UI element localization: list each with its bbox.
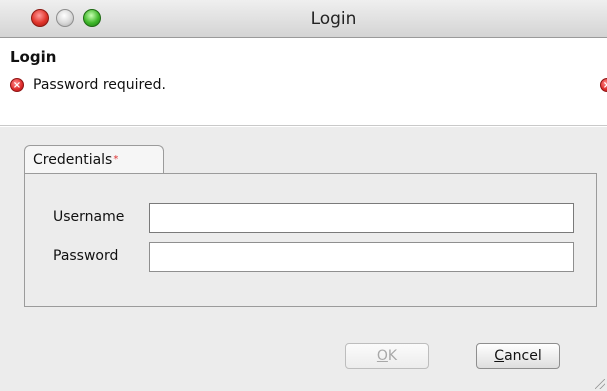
header-banner: Login × Password required. ×: [0, 38, 607, 126]
tab-credentials[interactable]: Credentials*: [24, 145, 164, 174]
error-x-icon: ×: [10, 78, 24, 92]
password-label: Password: [53, 248, 119, 264]
cancel-button[interactable]: Cancel: [476, 343, 560, 369]
title-bar[interactable]: Login: [0, 0, 607, 38]
ok-button[interactable]: OK: [345, 343, 429, 369]
resize-grip[interactable]: [595, 379, 605, 389]
dialog-title: Login: [10, 48, 57, 66]
username-label: Username: [53, 209, 125, 225]
error-message-row: × Password required.: [10, 77, 166, 93]
cancel-label-rest: ancel: [504, 348, 542, 364]
ok-label-rest: K: [387, 348, 398, 364]
tab-credentials-label: Credentials: [33, 152, 113, 168]
ok-mnemonic: O: [376, 348, 388, 364]
invalid-marker: *: [113, 154, 119, 165]
password-field[interactable]: [149, 242, 574, 272]
dialog-body: Credentials* Username Password OK Cancel: [0, 127, 607, 391]
window-title: Login: [310, 9, 357, 29]
credentials-panel: Username Password: [24, 173, 597, 307]
error-message: Password required.: [33, 77, 166, 93]
cancel-mnemonic: C: [494, 348, 505, 364]
username-field[interactable]: [149, 203, 574, 233]
error-x-icon-right: ×: [600, 78, 607, 92]
